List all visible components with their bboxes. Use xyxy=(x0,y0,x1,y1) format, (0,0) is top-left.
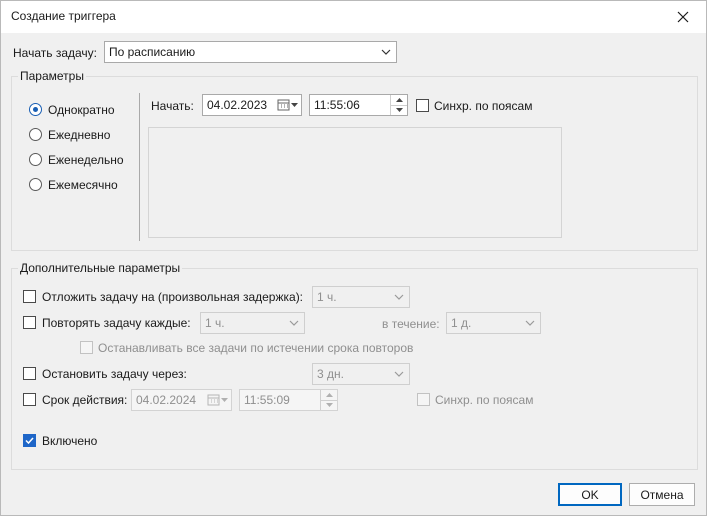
params-group-title: Параметры xyxy=(18,69,86,83)
repeat-checkbox[interactable] xyxy=(23,316,36,329)
repeat-select[interactable]: 1 ч. xyxy=(200,312,305,334)
spin-up-icon[interactable] xyxy=(320,390,337,400)
expire-time-spinner[interactable] xyxy=(320,390,337,410)
close-icon xyxy=(677,11,689,23)
during-value: 1 д. xyxy=(451,316,472,330)
expire-date-value: 04.02.2024 xyxy=(136,393,197,407)
delay-checkbox[interactable] xyxy=(23,290,36,303)
radio-weekly-label: Еженедельно xyxy=(48,153,124,167)
enabled-label: Включено xyxy=(42,434,98,448)
delay-label: Отложить задачу на (произвольная задержк… xyxy=(42,290,304,304)
window-title: Создание триггера xyxy=(11,9,116,23)
radio-monthly-label: Ежемесячно xyxy=(48,178,118,192)
expire-date-picker[interactable]: 04.02.2024 xyxy=(131,389,232,411)
stop-all-checkbox[interactable] xyxy=(80,341,93,354)
radio-weekly[interactable] xyxy=(29,153,42,166)
chevron-down-icon xyxy=(376,42,396,62)
stop-after-value: 3 дн. xyxy=(317,367,344,381)
start-date-picker[interactable]: 04.02.2023 xyxy=(202,94,302,116)
advanced-group-title: Дополнительные параметры xyxy=(18,261,183,275)
params-divider xyxy=(139,93,140,241)
checkmark-icon xyxy=(25,437,34,445)
repeat-label: Повторять задачу каждые: xyxy=(42,316,191,330)
expire-label: Срок действия: xyxy=(42,393,128,407)
calendar-icon[interactable] xyxy=(277,98,299,112)
stop-after-checkbox[interactable] xyxy=(23,367,36,380)
cancel-button[interactable]: Отмена xyxy=(629,483,695,506)
expire-time-value: 11:55:09 xyxy=(244,393,290,407)
stop-after-select[interactable]: 3 дн. xyxy=(312,363,410,385)
chevron-down-icon xyxy=(284,313,304,333)
chevron-down-icon xyxy=(520,313,540,333)
start-date-value: 04.02.2023 xyxy=(207,98,268,112)
start-task-label: Начать задачу: xyxy=(13,46,97,60)
chevron-down-icon xyxy=(389,364,409,384)
sync-timezones-checkbox[interactable] xyxy=(416,99,429,112)
stop-all-label: Останавливать все задачи по истечении ср… xyxy=(98,341,414,355)
during-label: в течение: xyxy=(382,317,440,331)
delay-select[interactable]: 1 ч. xyxy=(312,286,410,308)
during-select[interactable]: 1 д. xyxy=(446,312,541,334)
start-time-field[interactable]: 11:55:06 xyxy=(309,94,408,116)
sync-timezones-label: Синхр. по поясам xyxy=(434,99,533,113)
enabled-checkbox[interactable] xyxy=(23,434,36,447)
expire-time-field[interactable]: 11:55:09 xyxy=(239,389,338,411)
calendar-icon[interactable] xyxy=(207,393,229,407)
delay-value: 1 ч. xyxy=(317,290,337,304)
ok-button[interactable]: OK xyxy=(558,483,622,506)
start-task-value: По расписанию xyxy=(109,45,196,59)
expire-sync-checkbox[interactable] xyxy=(417,393,430,406)
repeat-value: 1 ч. xyxy=(205,316,225,330)
radio-once-label: Однократно xyxy=(48,103,115,117)
start-label: Начать: xyxy=(151,99,194,113)
chevron-down-icon xyxy=(389,287,409,307)
expire-checkbox[interactable] xyxy=(23,393,36,406)
close-button[interactable] xyxy=(660,1,706,33)
start-time-value: 11:55:06 xyxy=(314,98,360,112)
radio-monthly[interactable] xyxy=(29,178,42,191)
expire-sync-label: Синхр. по поясам xyxy=(435,393,534,407)
title-bar: Создание триггера xyxy=(1,1,706,33)
start-task-select[interactable]: По расписанию xyxy=(104,41,397,63)
start-time-spinner[interactable] xyxy=(390,95,407,115)
radio-daily-label: Ежедневно xyxy=(48,128,111,142)
spin-down-icon[interactable] xyxy=(320,399,337,410)
radio-daily[interactable] xyxy=(29,128,42,141)
radio-once[interactable] xyxy=(29,103,42,116)
spin-up-icon[interactable] xyxy=(390,95,407,105)
trigger-dialog: Создание триггера Начать задачу: По расп… xyxy=(0,0,707,516)
stop-after-label: Остановить задачу через: xyxy=(42,367,187,381)
spin-down-icon[interactable] xyxy=(390,104,407,115)
schedule-detail-panel xyxy=(148,127,562,238)
